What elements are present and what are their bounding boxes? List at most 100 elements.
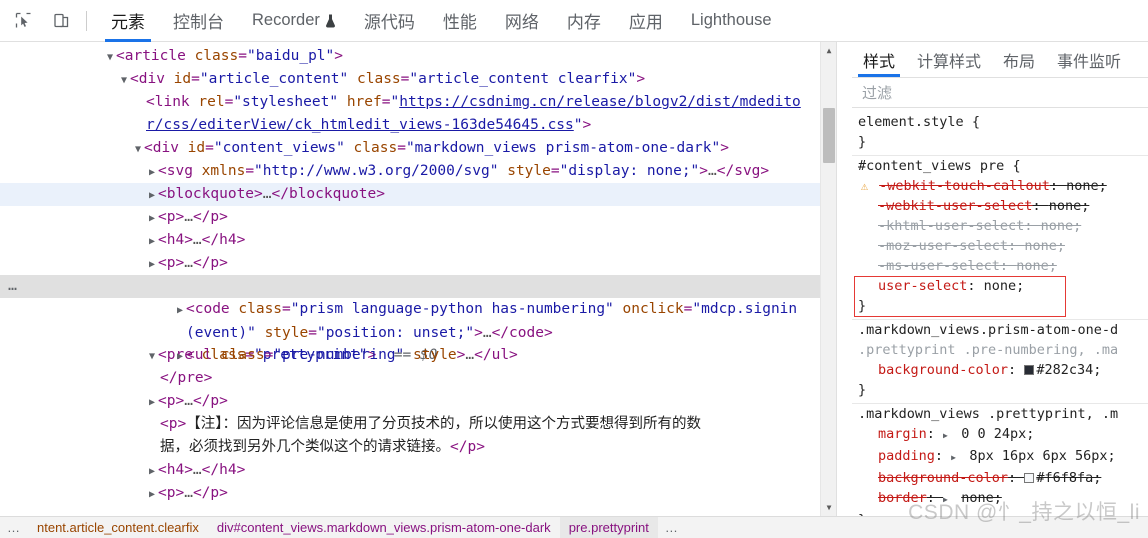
dom-row-p-3[interactable]: <p>…</p>: [0, 390, 836, 413]
breadcrumb-item-pre-prettyprint[interactable]: pre.prettyprint: [559, 517, 658, 538]
expand-triangle-icon[interactable]: [146, 253, 158, 276]
dom-row-menu-icon[interactable]: …: [8, 275, 18, 298]
declaration-property[interactable]: -khtml-user-select: [878, 218, 1024, 234]
declaration-property[interactable]: -ms-user-select: [878, 258, 1000, 274]
dom-row-link-stylesheet[interactable]: <link rel="stylesheet" href="https://csd…: [0, 91, 836, 137]
tab-styles[interactable]: 样式: [852, 42, 906, 77]
dom-vertical-scrollbar[interactable]: ▲ ▼: [820, 42, 836, 516]
rule-selector[interactable]: .markdown_views .prettyprint, .m: [858, 406, 1118, 422]
declaration-property[interactable]: -moz-user-select: [878, 238, 1008, 254]
rule-selector-cont[interactable]: .prettyprint .pre-numbering, .ma: [858, 342, 1118, 358]
dom-tree-panel[interactable]: <article class="baidu_pl"> <div id="arti…: [0, 42, 836, 516]
declaration-value[interactable]: none;: [984, 278, 1025, 294]
style-rule-element-style[interactable]: element.style { }: [852, 112, 1148, 156]
scrollbar-thumb[interactable]: [823, 108, 835, 163]
expand-triangle-icon[interactable]: [132, 138, 144, 161]
tab-performance[interactable]: 性能: [429, 0, 491, 42]
expand-triangle-icon[interactable]: [104, 46, 116, 69]
declaration-value[interactable]: none;: [1049, 198, 1090, 214]
tab-elements[interactable]: 元素: [97, 0, 159, 42]
device-toggle-icon[interactable]: [46, 7, 76, 35]
declaration-background-color[interactable]: background-color: #f6f8fa;: [852, 468, 1148, 488]
tab-network[interactable]: 网络: [491, 0, 553, 42]
scroll-up-arrow-icon[interactable]: ▲: [821, 42, 836, 59]
declaration-webkit-user-select[interactable]: -webkit-user-select: none;: [852, 196, 1148, 216]
declaration-property[interactable]: user-select: [878, 278, 967, 294]
dom-row-p-note[interactable]: <p>【注】：因为评论信息是使用了分页技术的，所以使用这个方式要想得到所有的数据…: [0, 413, 836, 459]
expand-triangle-icon[interactable]: [146, 161, 158, 184]
expand-triangle-icon[interactable]: [146, 391, 158, 414]
style-rule-pre-numbering[interactable]: ​.markdown_views.prism-atom-one-d .prett…: [852, 320, 1148, 404]
style-rule-content-views-pre[interactable]: #content_views pre { ⚠ -webkit-touch-cal…: [852, 156, 1148, 320]
declaration-value[interactable]: none;: [1024, 238, 1065, 254]
dom-row-p-4[interactable]: <p>…</p>: [0, 482, 836, 505]
declaration-property[interactable]: margin: [878, 426, 927, 442]
declaration-khtml-user-select[interactable]: -khtml-user-select: none;: [852, 216, 1148, 236]
tab-computed[interactable]: 计算样式: [906, 42, 992, 77]
expand-triangle-icon[interactable]: [118, 69, 130, 92]
inspect-cursor-icon[interactable]: [8, 7, 38, 35]
expand-triangle-icon[interactable]: [146, 207, 158, 230]
declaration-margin[interactable]: margin: ▶ 0 0 24px;: [852, 424, 1148, 446]
tab-lighthouse[interactable]: Lighthouse: [677, 0, 786, 42]
declaration-property[interactable]: border: [878, 490, 927, 506]
dom-row-h4-1[interactable]: <h4>…</h4>: [0, 229, 836, 252]
dom-row-pre-close[interactable]: </pre>: [0, 367, 836, 390]
declaration-value[interactable]: 0 0 24px;: [961, 426, 1034, 442]
dom-row-h4-2[interactable]: <h4>…</h4>: [0, 459, 836, 482]
declaration-value[interactable]: 8px 16px 6px 56px;: [969, 448, 1115, 464]
dom-row-article-content[interactable]: <div id="article_content" class="article…: [0, 68, 836, 91]
dom-row-p-2[interactable]: <p>…</p>: [0, 252, 836, 275]
styles-filter-input[interactable]: 过滤: [852, 78, 1148, 108]
tab-application[interactable]: 应用: [615, 0, 677, 42]
declaration-property[interactable]: -webkit-touch-callout: [879, 178, 1050, 194]
tab-event-listeners[interactable]: 事件监听: [1046, 42, 1132, 77]
declaration-property[interactable]: background-color: [878, 470, 1008, 486]
breadcrumb-item-article-content[interactable]: ntent.article_content.clearfix: [28, 517, 208, 538]
dom-row-content-views[interactable]: <div id="content_views" class="markdown_…: [0, 137, 836, 160]
dom-row-p-1[interactable]: <p>…</p>: [0, 206, 836, 229]
breadcrumb-item-content-views[interactable]: div#content_views.markdown_views.prism-a…: [208, 517, 560, 538]
rule-selector[interactable]: ​.markdown_views.prism-atom-one-d: [858, 322, 1118, 338]
rule-selector[interactable]: element.style: [858, 114, 964, 130]
declaration-value[interactable]: none;: [1016, 258, 1057, 274]
declaration-background-color[interactable]: background-color: #282c34;: [852, 360, 1148, 380]
declaration-value[interactable]: none;: [1066, 178, 1107, 194]
scroll-down-arrow-icon[interactable]: ▼: [821, 499, 836, 516]
color-swatch[interactable]: [1024, 365, 1035, 375]
declaration-webkit-touch-callout[interactable]: ⚠ -webkit-touch-callout: none;: [852, 176, 1148, 196]
dom-row-ul-numbering[interactable]: <ul class="pre-numbering" style>…</ul>: [0, 344, 836, 367]
expand-triangle-icon[interactable]: [146, 230, 158, 253]
dom-row-svg[interactable]: <svg xmlns="http://www.w3.org/2000/svg" …: [0, 160, 836, 183]
color-swatch[interactable]: [1024, 473, 1035, 483]
dom-row-blockquote[interactable]: <blockquote>…</blockquote>: [0, 183, 836, 206]
style-rule-prettyprint[interactable]: .markdown_views .prettyprint, .m margin:…: [852, 404, 1148, 516]
dom-row-code[interactable]: <code class="prism language-python has-n…: [0, 298, 836, 344]
tab-sources[interactable]: 源代码: [350, 0, 429, 42]
declaration-value[interactable]: none;: [961, 490, 1002, 506]
dom-row-pre-prettyprint[interactable]: … <pre class="prettyprint"> == $0: [0, 275, 836, 363]
declaration-border[interactable]: border: ▶ none;: [852, 488, 1148, 510]
expand-triangle-icon[interactable]: ▶: [951, 448, 961, 468]
declaration-property[interactable]: padding: [878, 448, 935, 464]
tab-memory[interactable]: 内存: [553, 0, 615, 42]
breadcrumb-overflow-left[interactable]: …: [0, 517, 28, 538]
declaration-property[interactable]: background-color: [878, 362, 1008, 378]
declaration-padding[interactable]: padding: ▶ 8px 16px 6px 56px;: [852, 446, 1148, 468]
tab-console[interactable]: 控制台: [159, 0, 238, 42]
expand-triangle-icon[interactable]: [174, 299, 186, 322]
expand-triangle-icon[interactable]: ▶: [943, 426, 953, 446]
tab-layout[interactable]: 布局: [992, 42, 1046, 77]
declaration-value[interactable]: #f6f8fa;: [1036, 470, 1101, 486]
dom-row-article[interactable]: <article class="baidu_pl">: [0, 45, 836, 68]
declaration-moz-user-select[interactable]: -moz-user-select: none;: [852, 236, 1148, 256]
declaration-property[interactable]: -webkit-user-select: [878, 198, 1032, 214]
rule-selector[interactable]: #content_views pre: [858, 158, 1004, 174]
breadcrumb-overflow-right[interactable]: …: [658, 517, 686, 538]
panel-splitter[interactable]: [836, 42, 840, 516]
declaration-value[interactable]: #282c34;: [1036, 362, 1101, 378]
declaration-user-select[interactable]: user-select: none;: [852, 276, 1148, 296]
expand-triangle-icon[interactable]: [146, 460, 158, 483]
expand-triangle-icon[interactable]: ▶: [943, 490, 953, 510]
declaration-value[interactable]: none;: [1041, 218, 1082, 234]
